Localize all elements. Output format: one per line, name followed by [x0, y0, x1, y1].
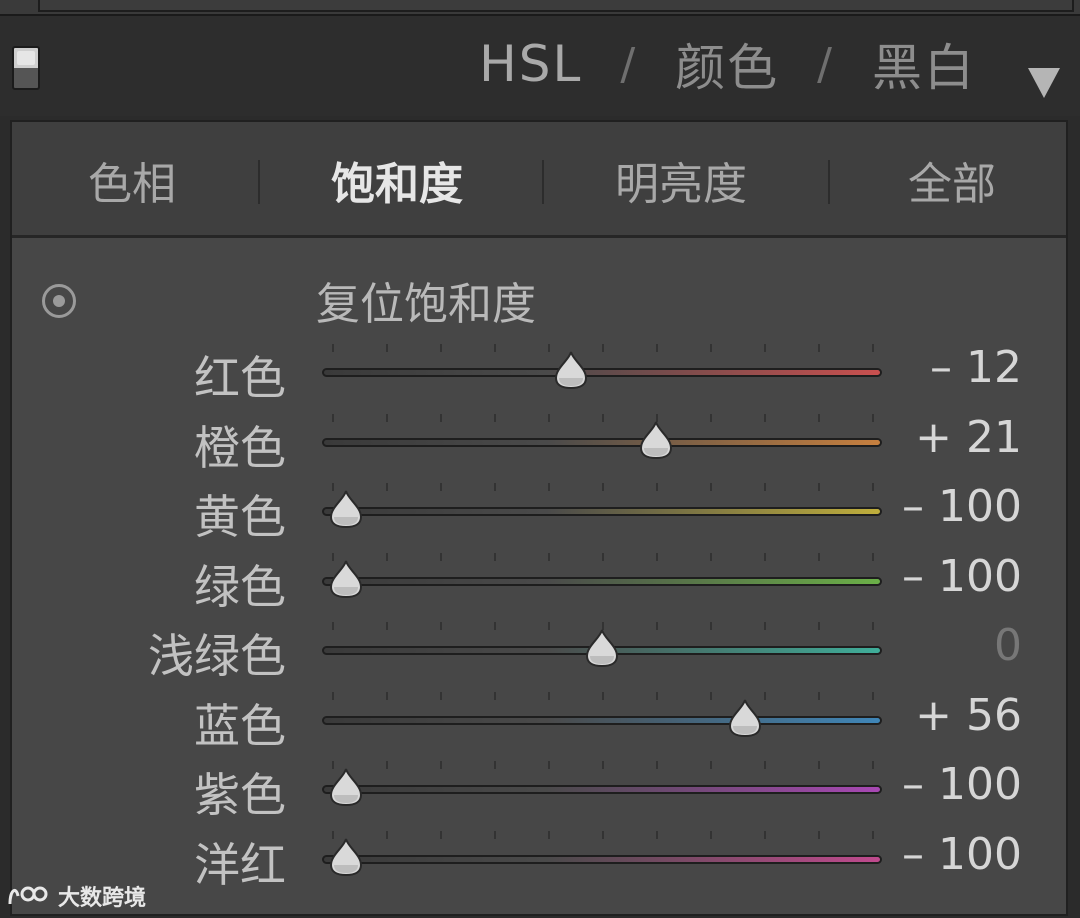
slider-track[interactable] — [322, 576, 882, 586]
collapse-triangle-icon[interactable] — [1028, 68, 1060, 98]
subtab-all[interactable]: 全部 — [882, 152, 1022, 210]
slider-ticks — [322, 483, 882, 495]
header-tab-color[interactable]: 颜色 — [675, 28, 779, 100]
panel-toggle-switch[interactable] — [12, 46, 40, 90]
saturation-slider[interactable] — [322, 543, 882, 613]
slider-ticks — [322, 761, 882, 773]
slider-row: 红色 – 12 — [12, 334, 1066, 405]
slider-thumb[interactable] — [553, 350, 589, 390]
slider-thumb[interactable] — [584, 628, 620, 668]
target-adjust-icon[interactable] — [42, 284, 76, 318]
subtab-luminance[interactable]: 明亮度 — [586, 152, 776, 210]
slider-value[interactable]: – 100 — [902, 551, 1022, 602]
saturation-slider[interactable] — [322, 821, 882, 891]
slider-ticks — [322, 413, 882, 426]
saturation-slider[interactable] — [322, 334, 882, 404]
slider-label: 橙色 — [194, 420, 286, 475]
panel-header: HSL / 颜色 / 黑白 — [0, 16, 1080, 116]
reset-saturation-label[interactable]: 复位饱和度 — [316, 268, 536, 332]
saturation-slider[interactable] — [322, 404, 882, 474]
slider-row: 洋红 – 100 — [12, 821, 1066, 892]
watermark: 大数跨境 — [6, 880, 146, 912]
slider-track[interactable] — [322, 368, 882, 377]
subtab-hue[interactable]: 色相 — [52, 152, 212, 210]
slider-thumb[interactable] — [328, 837, 364, 877]
slider-label: 浅绿色 — [148, 629, 286, 683]
slider-label: 黄色 — [194, 490, 286, 544]
slider-thumb[interactable] — [727, 698, 763, 738]
slider-row: 蓝色 + 56 — [12, 682, 1066, 753]
slider-label: 红色 — [194, 351, 286, 405]
saturation-slider[interactable] — [322, 473, 882, 543]
top-panel-edge — [0, 0, 1080, 16]
header-separator: / — [817, 38, 834, 90]
saturation-slider[interactable] — [322, 612, 882, 682]
slider-track[interactable] — [322, 715, 882, 725]
hsl-panel: 色相 饱和度 明亮度 全部 复位饱和度 红色 – 12 橙色 + 21 黄色 – 100 绿… — [10, 120, 1068, 916]
slider-row: 浅绿色 0 — [12, 612, 1066, 683]
slider-thumb[interactable] — [328, 767, 364, 807]
slider-value[interactable]: – 100 — [902, 481, 1022, 532]
header-tab-bw[interactable]: 黑白 — [872, 28, 976, 100]
slider-track[interactable] — [322, 507, 882, 516]
slider-row: 紫色 – 100 — [12, 751, 1066, 822]
slider-thumb[interactable] — [328, 489, 364, 529]
slider-row: 绿色 – 100 — [12, 543, 1066, 614]
subtab-divider — [542, 160, 544, 204]
slider-label: 蓝色 — [194, 698, 286, 753]
hsl-subtab-bar: 色相 饱和度 明亮度 全部 — [12, 122, 1066, 238]
slider-label: 紫色 — [194, 768, 286, 822]
slider-value[interactable]: + 21 — [915, 412, 1022, 463]
saturation-slider[interactable] — [322, 682, 882, 752]
slider-value[interactable]: – 100 — [902, 829, 1022, 880]
slider-thumb[interactable] — [328, 559, 364, 599]
slider-track[interactable] — [322, 854, 882, 864]
slider-value[interactable]: – 100 — [902, 759, 1022, 810]
subtab-divider — [258, 160, 260, 204]
slider-label: 绿色 — [194, 559, 286, 614]
slider-ticks — [322, 552, 882, 565]
slider-value[interactable]: + 56 — [915, 690, 1022, 741]
slider-value[interactable]: – 12 — [930, 342, 1022, 393]
slider-row: 橙色 + 21 — [12, 404, 1066, 475]
slider-label: 洋红 — [194, 837, 286, 892]
saturation-slider[interactable] — [322, 751, 882, 821]
slider-track[interactable] — [322, 785, 882, 794]
watermark-text: 大数跨境 — [58, 886, 147, 911]
slider-row: 黄色 – 100 — [12, 473, 1066, 544]
watermark-logo-icon — [8, 886, 48, 905]
subtab-saturation[interactable]: 饱和度 — [302, 152, 492, 210]
panel-header-tabs: HSL / 颜色 / 黑白 — [479, 34, 976, 97]
slider-value[interactable]: 0 — [994, 620, 1022, 671]
slider-ticks — [322, 691, 882, 704]
header-separator: / — [620, 38, 638, 90]
subtab-divider — [828, 160, 830, 204]
slider-track[interactable] — [322, 437, 882, 447]
slider-ticks — [322, 344, 882, 356]
header-tab-hsl[interactable]: HSL — [479, 35, 582, 93]
slider-ticks — [322, 830, 882, 843]
slider-thumb[interactable] — [638, 420, 674, 460]
